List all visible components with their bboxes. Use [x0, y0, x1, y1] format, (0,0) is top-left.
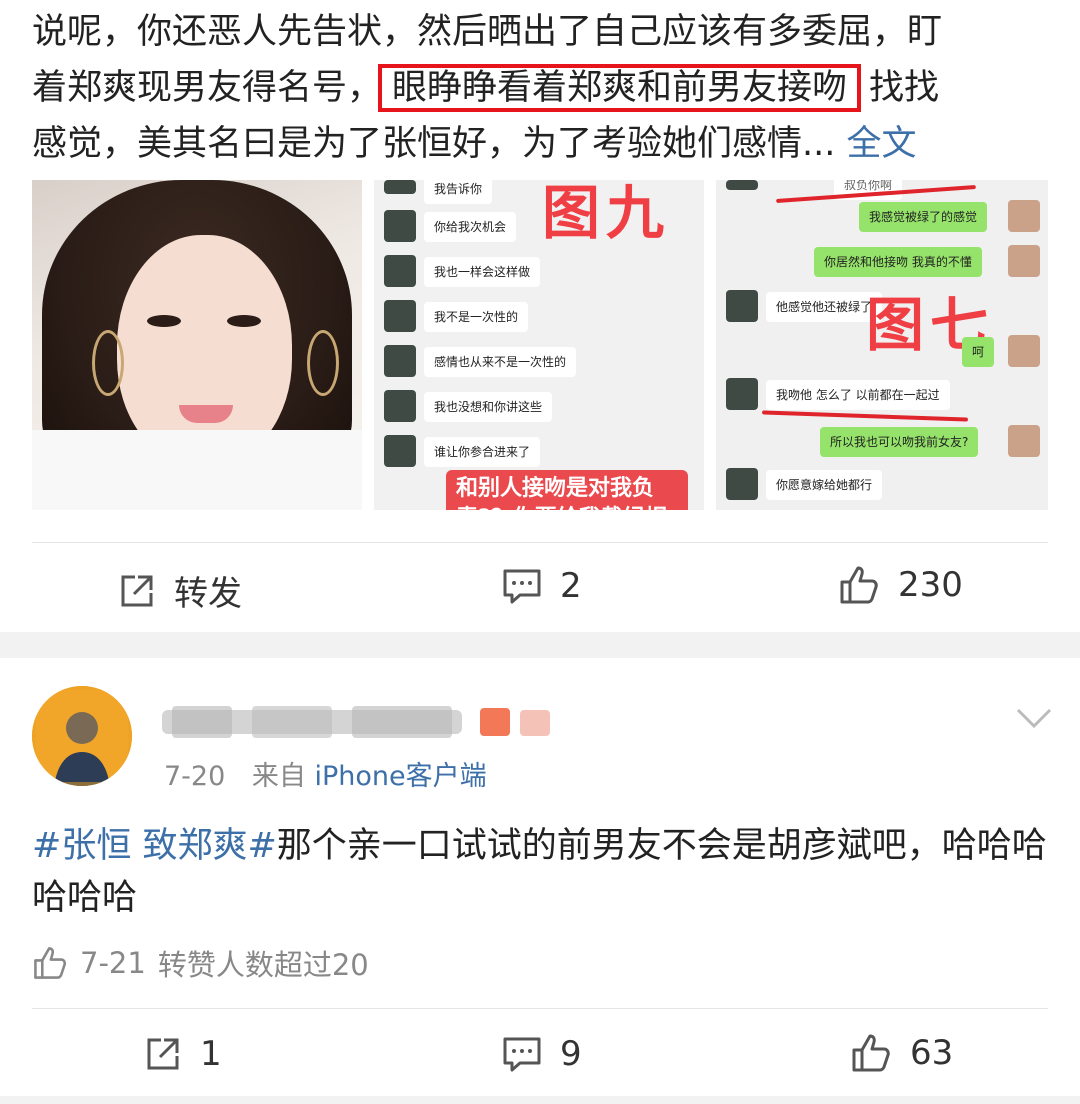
- avatar-image: [32, 686, 132, 786]
- chat-avatar: [1008, 245, 1040, 277]
- like-summary-text: 转赞人数超过20: [157, 948, 369, 982]
- chat-avatar: [1008, 425, 1040, 457]
- repost-label: 转发: [174, 574, 242, 614]
- chat-bubble: 你给我次机会: [424, 212, 517, 242]
- full-text-link[interactable]: 全文: [847, 124, 917, 164]
- chat-avatar: [726, 180, 758, 190]
- chat-avatar: [384, 255, 416, 287]
- chat-avatar: [384, 435, 416, 467]
- chat-bubble: 你愿意嫁给她都行: [766, 470, 883, 500]
- chevron-down-icon[interactable]: [1014, 702, 1054, 732]
- chat-avatar: [726, 378, 758, 410]
- comment-like-summary: 7-21 转赞人数超过20: [32, 942, 369, 984]
- repost-icon: [147, 1038, 179, 1070]
- chat-bubble: 你居然和他接吻 我真的不懂: [814, 247, 982, 277]
- divider: [32, 542, 1048, 543]
- eye-right: [227, 315, 261, 327]
- thumbs-up-icon: [852, 1034, 890, 1072]
- post-text-segment: 找找: [869, 68, 940, 108]
- post-images: 我告诉你 图九 你给我次机会 我也一样会这样做 我不是一次性的 感情也从来不是一…: [32, 180, 1048, 510]
- comment-icon: [503, 569, 541, 604]
- portrait-image[interactable]: [32, 180, 362, 510]
- like-count: 63: [910, 1033, 954, 1073]
- chat-avatar: [384, 210, 416, 242]
- comment-icon: [503, 1037, 541, 1072]
- username-blurred[interactable]: [162, 700, 562, 744]
- comment-button[interactable]: 9: [502, 1034, 582, 1074]
- comment-source-link[interactable]: iPhone客户端: [314, 761, 486, 792]
- comment-button[interactable]: 2: [502, 566, 582, 606]
- comment-count: 2: [560, 566, 582, 606]
- eye-left: [147, 315, 181, 327]
- comment-meta: 7-20 来自 iPhone客户端: [164, 754, 487, 793]
- section-separator: [0, 632, 1080, 658]
- chat-bubble: 他感觉他还被绿了: [766, 292, 883, 322]
- chat-avatar: [384, 390, 416, 422]
- post-text-line-1: 说呢，你还恶人先告状，然后晒出了自己应该有多委屈，盯: [32, 12, 943, 52]
- post-text-line-3: 感觉，美其名曰是为了张恒好，为了考验她们感情... 全文: [32, 116, 1052, 172]
- like-button[interactable]: 230: [838, 564, 963, 606]
- thumbs-up-icon: [840, 566, 878, 604]
- comment-date: 7-20: [164, 761, 226, 792]
- comment-count: 9: [560, 1034, 582, 1074]
- repost-count: 1: [200, 1034, 222, 1074]
- repost-button[interactable]: 1: [144, 1034, 222, 1074]
- divider: [32, 1008, 1048, 1009]
- post-text-segment: 感觉，美其名曰是为了张恒好，为了考验她们感情...: [32, 124, 836, 164]
- chat-bubble: 我也没想和你讲这些: [424, 392, 553, 422]
- chat-bubble: 所以我也可以吻我前女友?: [820, 427, 979, 457]
- chat-avatar: [1008, 200, 1040, 232]
- chat-screenshot-image-3[interactable]: 叔负你啊 我感觉被绿了的感觉 你居然和他接吻 我真的不懂 他感觉他还被绿了 图七…: [716, 180, 1048, 510]
- chat-avatar: [384, 300, 416, 332]
- comment-source-prefix: 来自: [251, 761, 306, 792]
- like-summary-date: 7-21: [80, 946, 146, 980]
- red-underline: [761, 410, 969, 422]
- chat-avatar: [384, 180, 416, 194]
- chat-bubble: 我吻他 怎么了 以前都在一起过: [766, 380, 950, 410]
- section-separator: [0, 1096, 1080, 1104]
- hashtag-link[interactable]: #张恒 致郑爽#: [32, 826, 277, 866]
- comment-text: #张恒 致郑爽#那个亲一口试试的前男友不会是胡彦斌吧，哈哈哈哈哈哈: [32, 820, 1052, 924]
- chat-avatar: [726, 290, 758, 322]
- chat-bubble: 感情也从来不是一次性的: [424, 347, 577, 377]
- chat-screenshot-image-2[interactable]: 我告诉你 图九 你给我次机会 我也一样会这样做 我不是一次性的 感情也从来不是一…: [374, 180, 704, 510]
- chat-bubble: 我感觉被绿了的感觉: [859, 202, 988, 232]
- post-text-segment: 着郑爽现男友得名号，: [32, 68, 383, 108]
- chat-avatar: [384, 345, 416, 377]
- chat-avatar: [726, 468, 758, 500]
- thumbs-up-icon: [34, 947, 67, 979]
- repost-icon: [121, 575, 153, 606]
- earring-left: [92, 330, 124, 396]
- lips: [179, 405, 233, 423]
- chat-bubble: 我告诉你: [424, 180, 493, 204]
- earring-right: [307, 330, 339, 396]
- image-caption-box: 和别人接吻是对我负责?？你要给我戴绿帽: [446, 470, 688, 510]
- shirt: [32, 430, 362, 510]
- repost-button[interactable]: 转发: [118, 566, 242, 615]
- avatar[interactable]: [32, 686, 132, 786]
- highlighted-text: 眼睁睁看着郑爽和前男友接吻: [378, 64, 862, 112]
- chat-avatar: [1008, 335, 1040, 367]
- like-button[interactable]: 63: [850, 1032, 953, 1074]
- chat-bubble: 我也一样会这样做: [424, 257, 541, 287]
- post-text-line-2: 着郑爽现男友得名号， 眼睁睁看着郑爽和前男友接吻 找找: [32, 60, 1052, 116]
- post-text: 说呢，你还恶人先告状，然后晒出了自己应该有多委屈，盯 着郑爽现男友得名号， 眼睁睁…: [32, 4, 1052, 172]
- chat-bubble: 谁让你参合进来了: [424, 437, 541, 467]
- chat-bubble: 我不是一次性的: [424, 302, 529, 332]
- like-count: 230: [898, 565, 963, 605]
- chat-bubble: 呵: [962, 337, 995, 367]
- image-stamp: 图九: [542, 180, 671, 247]
